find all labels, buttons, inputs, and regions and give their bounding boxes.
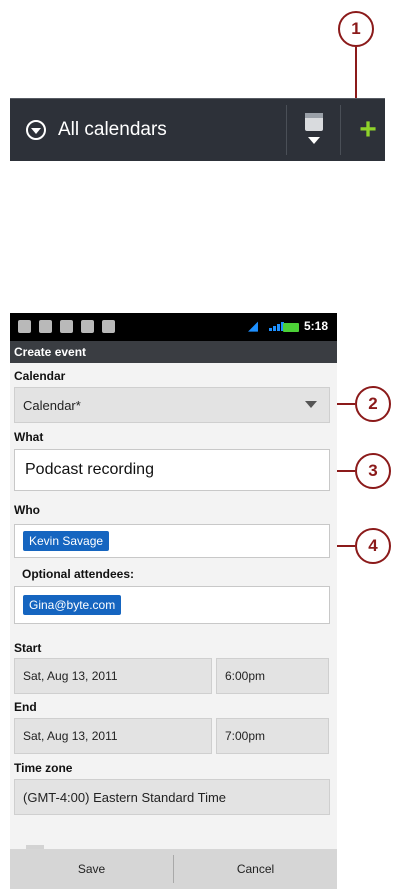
callout-2: 2 [355, 386, 391, 422]
callout-3: 3 [355, 453, 391, 489]
action-bar: Save Cancel [10, 849, 337, 889]
cancel-button[interactable]: Cancel [174, 849, 337, 889]
calendar-action-bar: All calendars + [10, 98, 385, 161]
divider [340, 105, 341, 155]
wifi-icon: ◢ [248, 318, 258, 333]
timezone-label: Time zone [14, 761, 73, 775]
checkbox-notification-icon [81, 320, 94, 333]
end-date-button[interactable]: Sat, Aug 13, 2011 [14, 718, 212, 754]
callout-1-line [355, 47, 357, 105]
attendee-chip[interactable]: Kevin Savage [23, 531, 110, 551]
optional-attendees-label: Optional attendees: [22, 567, 135, 581]
what-label: What [14, 430, 44, 444]
who-input[interactable]: Kevin Savage [14, 524, 330, 558]
spinner-arrow-icon [305, 401, 317, 408]
checkbox-notification-icon [60, 320, 73, 333]
start-label: Start [14, 641, 42, 655]
callout-1: 1 [338, 11, 374, 47]
phone-screen: ◢ 5:18 Create event Calendar Calendar* W… [10, 313, 337, 889]
what-input[interactable]: Podcast recording [14, 449, 330, 491]
save-button[interactable]: Save [10, 849, 173, 889]
calendar-notification-icon [18, 320, 31, 333]
calendar-label: Calendar [14, 369, 66, 383]
end-label: End [14, 700, 37, 714]
attendee-chip[interactable]: Gina@byte.com [23, 595, 122, 615]
start-date-button[interactable]: Sat, Aug 13, 2011 [14, 658, 212, 694]
notification-icons [18, 320, 115, 333]
mail-notification-icon [39, 320, 52, 333]
all-calendars-label: All calendars [58, 119, 167, 140]
calendar-spinner[interactable]: Calendar* [14, 387, 330, 423]
timezone-spinner[interactable]: (GMT-4:00) Eastern Standard Time [14, 779, 330, 815]
dropdown-arrow-icon [308, 137, 320, 144]
status-bar: ◢ 5:18 [10, 313, 337, 341]
optional-attendees-input[interactable]: Gina@byte.com [14, 586, 330, 624]
calendar-value: Calendar* [23, 397, 81, 413]
end-time-button[interactable]: 7:00pm [216, 718, 329, 754]
callout-4: 4 [355, 528, 391, 564]
battery-icon [283, 323, 299, 332]
start-time-button[interactable]: 6:00pm [216, 658, 329, 694]
all-calendars-selector[interactable]: All calendars [26, 99, 167, 161]
divider [286, 105, 287, 155]
chevron-down-icon [26, 120, 46, 140]
calendar-view-button[interactable] [302, 113, 326, 147]
add-event-button[interactable]: + [351, 99, 385, 161]
calendar-view-icon [305, 113, 323, 131]
usb-notification-icon [102, 320, 115, 333]
who-label: Who [14, 503, 40, 517]
status-time: 5:18 [304, 319, 329, 333]
screen-title: Create event [10, 341, 337, 363]
signal-icon [269, 322, 284, 331]
